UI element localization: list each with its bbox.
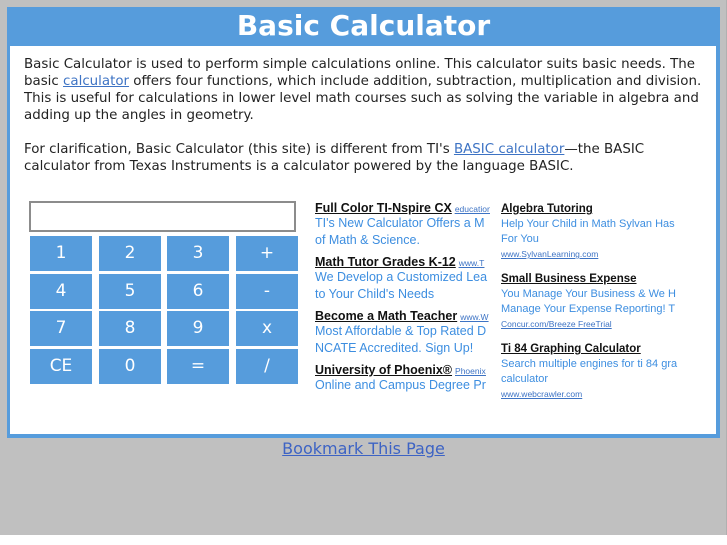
key-equals[interactable]: =	[167, 349, 229, 384]
ad-title-link[interactable]: University of Phoenix® Phoenix	[315, 363, 490, 377]
intro-text: Basic Calculator is used to perform simp…	[24, 56, 710, 192]
ad-title[interactable]: Ti 84 Graphing Calculator	[501, 341, 681, 357]
ad-body-line[interactable]: TI's New Calculator Offers a M	[315, 215, 490, 232]
key-8[interactable]: 8	[99, 311, 161, 346]
ad-domain[interactable]: www.T	[459, 258, 485, 268]
key-6[interactable]: 6	[167, 274, 229, 309]
intro-paragraph-1: Basic Calculator is used to perform simp…	[24, 56, 710, 124]
key-1[interactable]: 1	[30, 236, 92, 271]
intro-paragraph-2: For clarification, Basic Calculator (thi…	[24, 141, 710, 175]
page-title: Basic Calculator	[236, 9, 491, 42]
ad-body-line[interactable]: Online and Campus Degree Pr	[315, 377, 490, 394]
key-divide[interactable]: /	[236, 349, 298, 384]
key-clear[interactable]: CE	[30, 349, 92, 384]
page-bottom-strip	[0, 535, 727, 545]
ad-title[interactable]: Become a Math Teacher	[315, 309, 457, 323]
key-4[interactable]: 4	[30, 274, 92, 309]
key-multiply[interactable]: x	[236, 311, 298, 346]
ad-item[interactable]: Ti 84 Graphing Calculator Search multipl…	[501, 341, 681, 401]
calculator-frame: Basic Calculator Basic Calculator is use…	[7, 7, 720, 438]
intro-p2-text: For clarification, Basic Calculator (thi…	[24, 142, 454, 157]
ad-item[interactable]: University of Phoenix® Phoenix Online and…	[315, 363, 490, 394]
ad-domain[interactable]: education.ti.com	[455, 204, 490, 214]
key-3[interactable]: 3	[167, 236, 229, 271]
ad-column-right: Algebra Tutoring Help Your Child in Math…	[501, 201, 681, 401]
ad-item[interactable]: Small Business Expense You Manage Your B…	[501, 271, 681, 331]
key-0[interactable]: 0	[99, 349, 161, 384]
ad-body[interactable]: Help Your Child in Math Sylvan Has For Y…	[501, 217, 681, 247]
ad-title-link[interactable]: Full Color TI-Nspire CXeducation.ti.com	[315, 201, 490, 215]
key-plus[interactable]: +	[236, 236, 298, 271]
ad-url[interactable]: www.webcrawler.com	[501, 387, 681, 401]
ad-title[interactable]: Full Color TI-Nspire CX	[315, 201, 452, 215]
ad-title[interactable]: Algebra Tutoring	[501, 201, 681, 217]
calculator-link[interactable]: calculator	[63, 74, 129, 89]
content-panel: Basic Calculator is used to perform simp…	[10, 46, 716, 434]
ad-domain[interactable]: www.W	[460, 312, 488, 322]
key-5[interactable]: 5	[99, 274, 161, 309]
ad-body[interactable]: Search multiple engines for ti 84 gra ca…	[501, 357, 681, 387]
key-2[interactable]: 2	[99, 236, 161, 271]
ad-body[interactable]: You Manage Your Business & We H Manage Y…	[501, 287, 681, 317]
ad-url[interactable]: Concur.com/Breeze FreeTrial	[501, 317, 681, 331]
ad-item[interactable]: Algebra Tutoring Help Your Child in Math…	[501, 201, 681, 261]
ad-title-link[interactable]: Math Tutor Grades K-12 www.T	[315, 255, 490, 269]
ad-title-link[interactable]: Become a Math Teacher www.W	[315, 309, 490, 323]
ad-body-line[interactable]: NCATE Accredited. Sign Up!	[315, 340, 490, 357]
key-minus[interactable]: -	[236, 274, 298, 309]
calculator-keypad: 1 2 3 + 4 5 6 - 7 8 9 x CE 0 = /	[30, 236, 302, 386]
ad-item[interactable]: Full Color TI-Nspire CXeducation.ti.com …	[315, 201, 490, 249]
ad-column-left: Full Color TI-Nspire CXeducation.ti.com …	[315, 201, 490, 401]
key-7[interactable]: 7	[30, 311, 92, 346]
ad-body-line[interactable]: of Math & Science.	[315, 232, 490, 249]
basic-calculator-link[interactable]: BASIC calculator	[454, 142, 564, 157]
ad-body-line[interactable]: Most Affordable & Top Rated D	[315, 323, 490, 340]
calculator-display[interactable]	[29, 201, 296, 232]
ad-item[interactable]: Become a Math Teacher www.W Most Affordab…	[315, 309, 490, 357]
ad-item[interactable]: Math Tutor Grades K-12 www.T We Develop a…	[315, 255, 490, 303]
key-9[interactable]: 9	[167, 311, 229, 346]
ad-url[interactable]: www.SylvanLearning.com	[501, 247, 681, 261]
ad-body-line[interactable]: We Develop a Customized Lea	[315, 269, 490, 286]
ad-domain[interactable]: Phoenix	[455, 366, 486, 376]
ad-title[interactable]: University of Phoenix®	[315, 363, 452, 377]
bookmark-link[interactable]: Bookmark This Page	[282, 439, 445, 458]
ad-title[interactable]: Math Tutor Grades K-12	[315, 255, 456, 269]
bookmark-area: Bookmark This Page	[0, 438, 727, 460]
ad-title[interactable]: Small Business Expense	[501, 271, 681, 287]
ad-body-line[interactable]: to Your Child's Needs	[315, 286, 490, 303]
